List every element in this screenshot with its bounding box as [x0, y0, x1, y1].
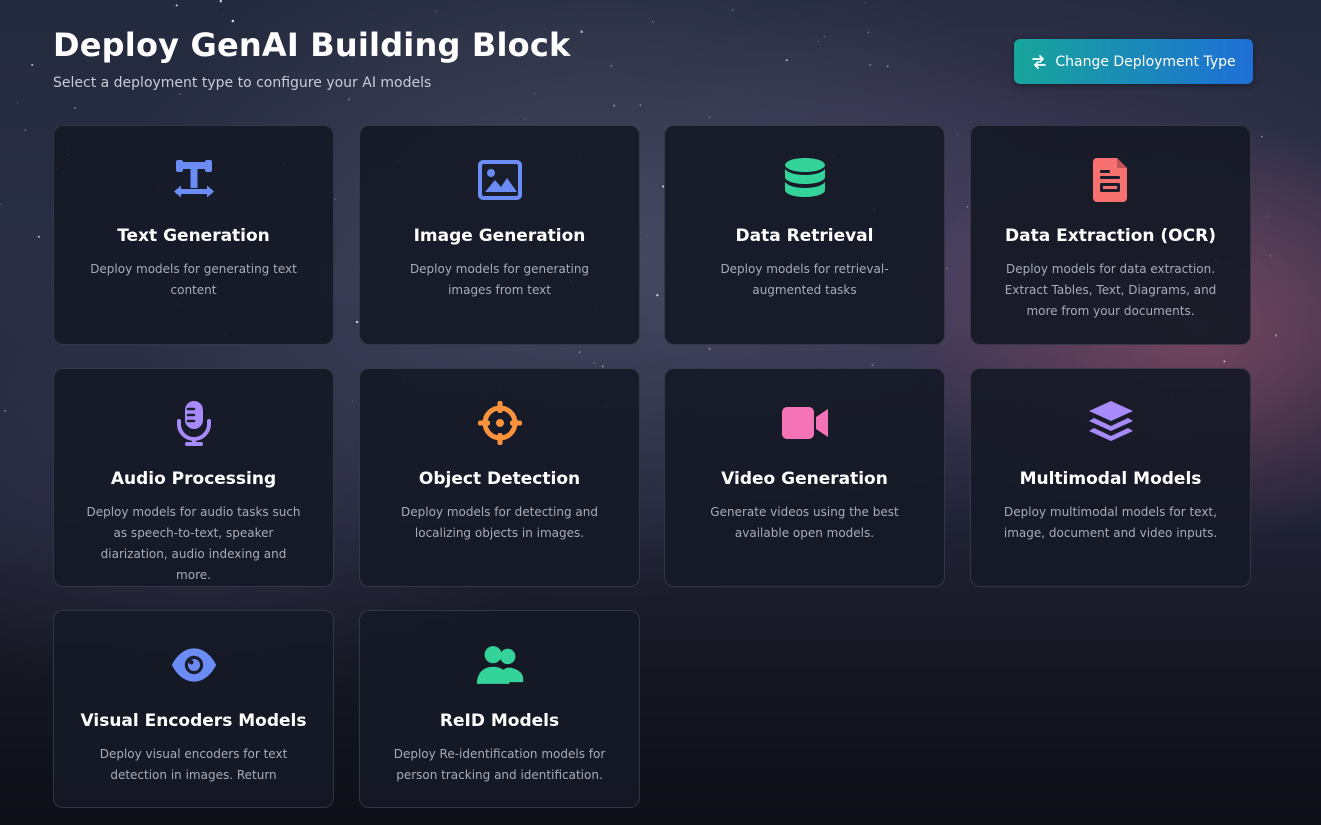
card-description: Deploy models for generating images from… — [409, 262, 590, 297]
star — [966, 206, 969, 208]
card-description: Deploy multimodal models for text, image… — [1003, 505, 1218, 540]
star — [647, 235, 649, 236]
star — [593, 362, 596, 364]
star — [17, 102, 19, 104]
star — [1223, 360, 1226, 363]
star — [578, 351, 581, 353]
card-title: Multimodal Models — [1019, 469, 1202, 489]
star — [656, 294, 659, 297]
star — [175, 4, 178, 7]
card-title: Image Generation — [413, 226, 586, 246]
star — [613, 104, 616, 107]
star — [31, 63, 34, 66]
card-video-generation[interactable]: Video Generation Generate videos using t… — [664, 368, 945, 587]
change-deployment-type-label: Change Deployment Type — [1055, 53, 1236, 70]
card-audio-processing[interactable]: Audio Processing Deploy models for audio… — [53, 368, 334, 587]
star — [436, 11, 438, 13]
card-description: Deploy visual encoders for text detectio… — [99, 747, 288, 782]
star — [957, 133, 959, 135]
card-description: Deploy models for generating text conten… — [90, 262, 297, 297]
star — [524, 118, 526, 120]
card-reid-models[interactable]: ReID Models Deploy Re-identification mod… — [359, 610, 640, 808]
star — [731, 9, 734, 11]
document-icon — [1087, 156, 1135, 204]
star — [610, 64, 613, 67]
video-icon — [781, 399, 829, 447]
card-image-generation[interactable]: Image Generation Deploy models for gener… — [359, 125, 640, 345]
star — [580, 30, 583, 33]
card-title: Text Generation — [117, 226, 270, 246]
star — [1274, 334, 1278, 337]
card-title: Data Retrieval — [735, 226, 874, 246]
star — [1267, 215, 1268, 217]
card-description: Deploy Re-identification models for pers… — [393, 747, 606, 782]
page-title: Deploy GenAI Building Block — [53, 26, 571, 64]
star — [231, 19, 235, 23]
card-data-extraction-ocr[interactable]: Data Extraction (OCR) Deploy models for … — [970, 125, 1251, 345]
card-description: Deploy models for detecting and localizi… — [401, 505, 598, 540]
text-icon — [170, 156, 218, 204]
star — [222, 15, 224, 17]
star — [708, 347, 711, 351]
card-object-detection[interactable]: Object Detection Deploy models for detec… — [359, 368, 640, 587]
users-icon — [476, 641, 524, 689]
swap-arrows-icon — [1032, 54, 1047, 69]
change-deployment-type-button[interactable]: Change Deployment Type — [1014, 39, 1253, 84]
star — [708, 116, 710, 118]
card-description: Deploy models for retrieval-augmented ta… — [720, 262, 889, 297]
star — [823, 35, 826, 38]
star — [534, 93, 536, 95]
star — [867, 31, 870, 34]
card-data-retrieval[interactable]: Data Retrieval Deploy models for retriev… — [664, 125, 945, 345]
star — [355, 320, 359, 324]
star — [74, 106, 76, 109]
star — [0, 203, 2, 206]
card-title: Video Generation — [721, 469, 888, 489]
image-icon — [476, 156, 524, 204]
star — [219, 0, 222, 3]
layers-icon — [1087, 399, 1135, 447]
microphone-icon — [170, 399, 218, 447]
card-visual-encoders-models[interactable]: Visual Encoders Models Deploy visual enc… — [53, 610, 334, 808]
star — [651, 21, 654, 23]
star — [334, 198, 336, 200]
card-title: Data Extraction (OCR) — [1005, 226, 1216, 246]
star — [869, 63, 872, 66]
star — [24, 129, 27, 132]
star — [351, 401, 353, 403]
database-icon — [781, 156, 829, 204]
star — [3, 409, 6, 412]
star — [347, 98, 350, 101]
star — [946, 267, 948, 270]
page-subtitle: Select a deployment type to configure yo… — [53, 75, 432, 91]
crosshairs-icon — [476, 399, 524, 447]
star — [178, 93, 181, 95]
eye-icon — [170, 641, 218, 689]
card-text-generation[interactable]: Text Generation Deploy models for genera… — [53, 125, 334, 345]
card-title: Audio Processing — [110, 469, 277, 489]
card-title: Visual Encoders Models — [80, 711, 307, 731]
card-description: Deploy models for audio tasks such as sp… — [86, 505, 301, 582]
star — [818, 41, 819, 43]
card-multimodal-models[interactable]: Multimodal Models Deploy multimodal mode… — [970, 368, 1251, 587]
card-description: Deploy models for data extraction. Extra… — [1004, 262, 1217, 318]
star — [871, 364, 873, 366]
star — [1269, 255, 1272, 257]
card-title: ReID Models — [439, 711, 560, 731]
star — [785, 59, 788, 62]
card-title: Object Detection — [418, 469, 581, 489]
card-description: Generate videos using the best available… — [710, 505, 899, 540]
star — [864, 2, 865, 4]
star — [37, 235, 40, 238]
star — [1261, 135, 1263, 138]
star — [886, 65, 889, 68]
star — [639, 104, 642, 107]
